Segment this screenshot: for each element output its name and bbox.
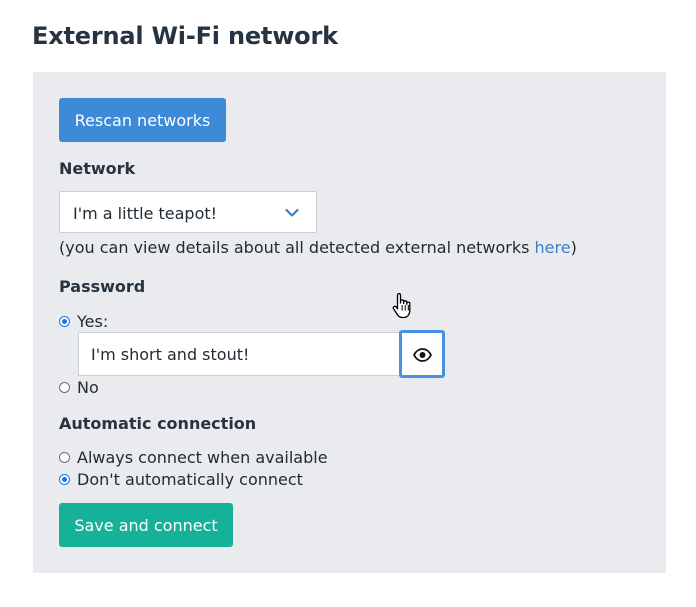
eye-icon <box>413 348 432 362</box>
network-select-value: I'm a little teapot! <box>73 204 218 223</box>
auto-connect-never-radio[interactable] <box>59 473 70 485</box>
network-label: Network <box>59 159 136 178</box>
password-no-radio[interactable] <box>59 381 70 393</box>
auto-connect-always-radio[interactable] <box>59 451 70 463</box>
settings-panel: Rescan networks Network I'm a little tea… <box>33 72 666 573</box>
network-hint-prefix: (you can view details about all detected… <box>59 238 535 257</box>
networks-details-link[interactable]: here <box>535 238 571 257</box>
password-input[interactable] <box>78 332 399 376</box>
password-no-label: No <box>77 377 99 397</box>
network-select[interactable]: I'm a little teapot! <box>59 191 317 233</box>
password-yes-radio[interactable] <box>59 315 70 327</box>
rescan-networks-button[interactable]: Rescan networks <box>59 98 226 142</box>
password-no-option[interactable]: No <box>59 377 99 397</box>
auto-connect-never-option[interactable]: Don't automatically connect <box>59 469 303 489</box>
password-yes-option[interactable]: Yes: <box>59 311 108 331</box>
auto-connect-label: Automatic connection <box>59 414 257 433</box>
save-and-connect-button[interactable]: Save and connect <box>59 503 233 547</box>
page-title: External Wi-Fi network <box>32 22 338 50</box>
hand-pointer-icon <box>392 293 411 319</box>
auto-connect-always-option[interactable]: Always connect when available <box>59 447 328 467</box>
network-hint-suffix: ) <box>570 238 577 257</box>
reveal-password-button[interactable] <box>399 330 445 378</box>
chevron-down-icon <box>285 208 299 217</box>
password-yes-label: Yes: <box>77 311 109 331</box>
auto-connect-always-label: Always connect when available <box>77 447 328 467</box>
password-label: Password <box>59 277 146 296</box>
network-hint: (you can view details about all detected… <box>59 238 577 257</box>
auto-connect-never-label: Don't automatically connect <box>77 469 303 489</box>
